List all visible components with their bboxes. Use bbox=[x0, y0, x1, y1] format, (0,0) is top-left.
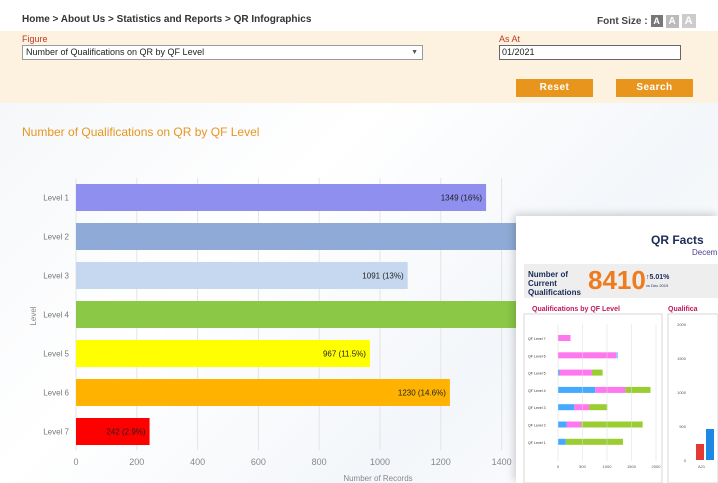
mini-bar-segment bbox=[558, 421, 567, 428]
qr-facts-infographic[interactable]: QR Facts Decem Number of Current Qualifi… bbox=[516, 216, 718, 483]
mini2-y-tick-label: 1500 bbox=[677, 356, 687, 361]
mini-level-label: QF Level 5 bbox=[528, 372, 546, 376]
mini-bar-segment bbox=[581, 421, 643, 428]
filter-panel: Figure Number of Qualifications on QR by… bbox=[0, 31, 718, 103]
y-axis-title: Level bbox=[29, 306, 38, 325]
mini-bar-segment bbox=[558, 352, 617, 359]
reset-button[interactable]: Reset bbox=[516, 79, 593, 97]
y-tick-label: Level 5 bbox=[43, 350, 69, 359]
font-size-large-button[interactable]: A bbox=[681, 14, 696, 28]
figure-select[interactable]: Number of Qualifications on QR by QF Lev… bbox=[22, 45, 423, 60]
x-tick-label: 200 bbox=[129, 457, 144, 467]
mini2-x-tick-label: A21 bbox=[698, 464, 706, 469]
mini-bar-segment bbox=[566, 421, 582, 428]
x-tick-label: 1200 bbox=[431, 457, 451, 467]
figure-select-value: Number of Qualifications on QR by QF Lev… bbox=[26, 47, 205, 57]
mini-bar-segment bbox=[591, 369, 603, 376]
bar-level-3 bbox=[76, 262, 408, 289]
bar-level-2 bbox=[76, 223, 517, 250]
bar-level-4 bbox=[76, 301, 520, 328]
data-label: 967 (11.5%) bbox=[323, 350, 366, 359]
mini-bar-segment bbox=[595, 386, 626, 393]
font-size-controls: Font Size : A A A bbox=[597, 14, 696, 28]
mini-x-tick-label: 2000 bbox=[652, 464, 662, 469]
mini-bar-segment bbox=[616, 352, 618, 359]
x-tick-label: 400 bbox=[190, 457, 205, 467]
data-label: 1230 (14.6%) bbox=[398, 389, 446, 398]
y-tick-label: Level 4 bbox=[43, 311, 69, 320]
y-tick-label: Level 3 bbox=[43, 272, 69, 281]
mini-bar-chart: QF Level 7 QF Level 6 QF Level 5 QF Level 4… bbox=[523, 313, 718, 483]
bar-level-6 bbox=[76, 379, 450, 406]
mini-level-label: QF Level 3 bbox=[528, 406, 546, 410]
figure-label: Figure bbox=[22, 34, 48, 44]
data-label: 1349 (16%) bbox=[441, 194, 483, 203]
mini-bar-segment bbox=[558, 386, 596, 393]
mini-x-tick-label: 500 bbox=[579, 464, 586, 469]
mini-x-tick-label: 1500 bbox=[627, 464, 637, 469]
x-axis-title: Number of Records bbox=[343, 474, 412, 483]
mini-bar-segment bbox=[565, 438, 623, 445]
mini-bar-segment bbox=[574, 404, 590, 411]
top-bar: Home > About Us > Statistics and Reports… bbox=[0, 0, 718, 31]
mini-level-label: QF Level 1 bbox=[528, 441, 546, 445]
y-tick-label: Level 7 bbox=[43, 428, 69, 437]
as-at-label: As At bbox=[499, 34, 521, 44]
chevron-down-icon: ▼ bbox=[411, 49, 418, 56]
breadcrumb: Home > About Us > Statistics and Reports… bbox=[22, 14, 312, 25]
x-tick-label: 1400 bbox=[492, 457, 512, 467]
bar-level-1 bbox=[76, 184, 487, 211]
mini-level-label: QF Level 7 bbox=[528, 337, 546, 341]
x-tick-label: 800 bbox=[312, 457, 327, 467]
mini2-y-tick-label: 500 bbox=[679, 424, 686, 429]
mini-bar-segment bbox=[589, 404, 608, 411]
y-tick-label: Level 6 bbox=[43, 389, 69, 398]
mini-level-label: QF Level 2 bbox=[528, 424, 546, 428]
x-tick-label: 0 bbox=[73, 457, 78, 467]
y-tick-label: Level 1 bbox=[43, 194, 69, 203]
mini-bar-segment bbox=[558, 404, 575, 411]
as-at-input[interactable]: 01/2021 bbox=[499, 45, 681, 60]
y-tick-label: Level 2 bbox=[43, 233, 69, 242]
search-button[interactable]: Search bbox=[616, 79, 693, 97]
mini-x-tick-label: 1000 bbox=[603, 464, 613, 469]
mini-bar-segment bbox=[559, 369, 592, 376]
data-label: 242 (2.9%) bbox=[106, 428, 145, 437]
mini2-y-tick-label: 2000 bbox=[677, 322, 687, 327]
font-size-label: Font Size : bbox=[597, 15, 648, 27]
data-label: 1091 (13%) bbox=[362, 272, 404, 281]
x-tick-label: 600 bbox=[251, 457, 266, 467]
mini-bar-segment bbox=[558, 438, 566, 445]
section-title: Number of Qualifications on QR by QF Lev… bbox=[22, 125, 260, 139]
mini-level-label: QF Level 6 bbox=[528, 354, 546, 358]
font-size-medium-button[interactable]: A bbox=[665, 14, 679, 28]
mini2-y-tick-label: 1000 bbox=[677, 390, 687, 395]
x-tick-label: 1000 bbox=[370, 457, 390, 467]
mini-bar-segment bbox=[625, 386, 651, 393]
mini-bar-segment bbox=[558, 335, 571, 341]
font-size-small-button[interactable]: A bbox=[650, 15, 663, 27]
mini-level-label: QF Level 4 bbox=[528, 389, 546, 393]
mini2-bar bbox=[696, 444, 704, 460]
mini2-bar bbox=[706, 429, 714, 460]
